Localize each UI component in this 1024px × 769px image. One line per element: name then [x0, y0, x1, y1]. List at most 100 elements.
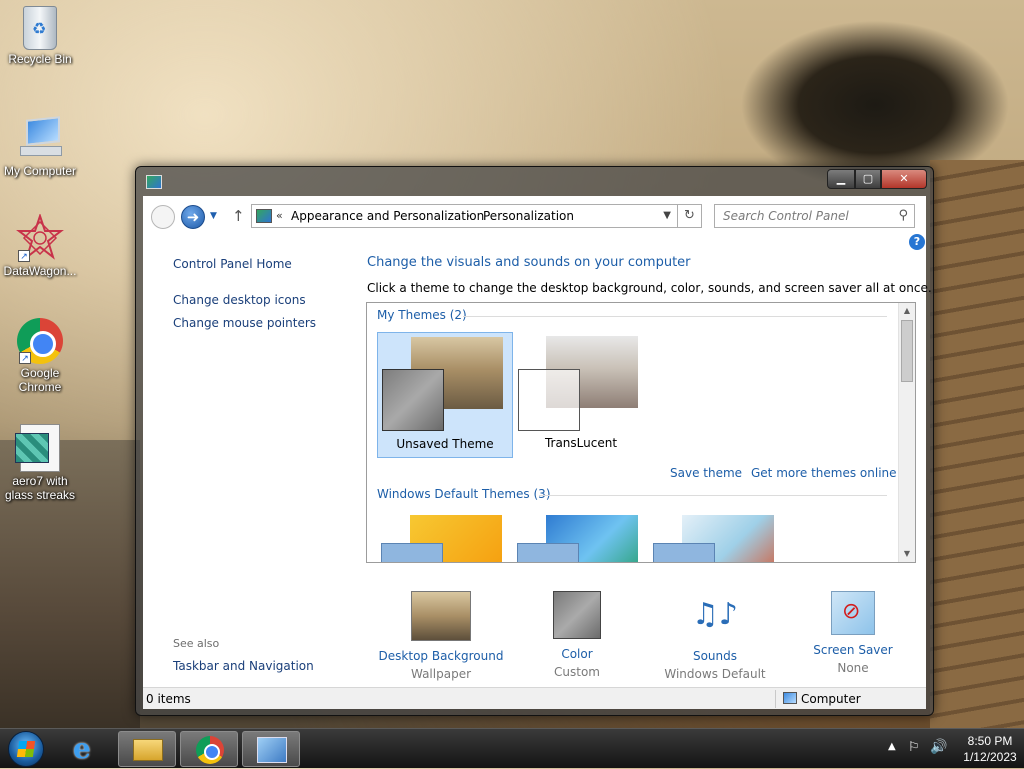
screen-saver-setting[interactable]: ⊘ Screen Saver None	[783, 591, 923, 677]
show-hidden-icons-icon[interactable]: ▲	[888, 741, 896, 752]
desktop-background-setting[interactable]: Desktop Background Wallpaper	[371, 591, 511, 683]
breadcrumb-separator[interactable]: ›	[466, 209, 470, 222]
scroll-thumb[interactable]	[901, 320, 913, 382]
help-icon[interactable]: ?	[909, 234, 925, 250]
see-also-label: See also	[173, 637, 220, 650]
status-location: Computer	[801, 692, 861, 706]
taskbar-internet-explorer[interactable]: e	[57, 731, 115, 767]
breadcrumb-personalization[interactable]: Personalization	[483, 209, 574, 223]
shortcut-arrow-icon: ↗	[19, 352, 31, 364]
desktop-icon-recycle-bin[interactable]: Recycle Bin	[0, 6, 80, 66]
clock-time[interactable]: 8:50 PM	[960, 734, 1020, 748]
chrome-icon	[196, 736, 224, 764]
taskbar-control-panel[interactable]	[242, 731, 300, 767]
link-change-mouse-pointers[interactable]: Change mouse pointers	[173, 316, 316, 330]
setting-name[interactable]: Sounds	[645, 647, 785, 665]
taskbar-google-chrome[interactable]	[180, 731, 238, 767]
save-theme-link[interactable]: Save theme	[670, 466, 742, 480]
desktop-icon-label: Google Chrome	[18, 366, 62, 394]
taskbar-file-explorer[interactable]	[118, 731, 176, 767]
taskbar: e ▲ ⚐ 🔊 8:50 PM 1/12/2023	[0, 728, 1024, 768]
theme-color-swatch	[382, 369, 444, 431]
refresh-button[interactable]: ↻	[678, 204, 702, 228]
status-divider	[775, 690, 776, 708]
link-taskbar-and-navigation[interactable]: Taskbar and Navigation	[173, 659, 314, 673]
desktop-icon-aero7[interactable]: aero7 with glass streaks	[0, 424, 80, 502]
window-controls: ▁ ▢ ✕	[827, 169, 927, 189]
control-panel-icon	[256, 209, 272, 223]
theme-color-swatch	[653, 543, 715, 562]
navigation-bar: ➜ ▼ ↑ « Appearance and Personalization ›…	[143, 196, 926, 236]
desktop-icon-my-computer[interactable]: My Computer	[0, 114, 80, 178]
internet-explorer-icon: e	[73, 732, 91, 765]
theme-default-2[interactable]	[513, 511, 649, 562]
group-title-default-themes[interactable]: Windows Default Themes (3)	[377, 487, 551, 501]
setting-name[interactable]: Color	[507, 645, 647, 663]
theme-default-3[interactable]	[649, 511, 785, 562]
search-placeholder: Search Control Panel	[723, 209, 849, 223]
back-button[interactable]	[151, 205, 175, 229]
themes-scrollbar[interactable]: ▲ ▼	[898, 303, 915, 562]
setting-value: None	[837, 661, 869, 675]
setting-value: Windows Default	[664, 667, 766, 681]
search-input[interactable]: Search Control Panel ⚲	[714, 204, 915, 228]
scroll-up-icon[interactable]: ▲	[899, 303, 915, 319]
computer-icon	[783, 692, 797, 704]
status-bar: 0 items Computer	[143, 687, 926, 709]
star-logo-icon: ↗	[16, 212, 64, 262]
desktop-icon-google-chrome[interactable]: ↗ Google Chrome	[0, 318, 80, 394]
color-setting[interactable]: Color Custom	[507, 591, 647, 681]
link-change-desktop-icons[interactable]: Change desktop icons	[173, 293, 306, 307]
wallpaper-thumbnail-icon	[411, 591, 471, 641]
theme-default-1[interactable]	[377, 511, 513, 562]
address-bar[interactable]: « Appearance and Personalization › Perso…	[251, 204, 678, 228]
scroll-down-icon[interactable]: ▼	[899, 546, 915, 562]
theme-name: Unsaved Theme	[396, 437, 494, 451]
start-button[interactable]	[8, 731, 44, 767]
refresh-icon: ↻	[684, 208, 695, 223]
network-icon[interactable]: ⚐	[908, 740, 920, 755]
theme-translucent[interactable]: TransLucent	[513, 332, 649, 458]
desktop-icon-label: DataWagon...	[3, 264, 77, 278]
breadcrumb-appearance[interactable]: Appearance and Personalization	[291, 209, 484, 223]
item-count: 0 items	[146, 692, 191, 706]
shortcut-arrow-icon: ↗	[18, 250, 30, 262]
arrow-right-icon: ➜	[186, 208, 200, 226]
group-divider	[539, 495, 887, 496]
clock-date[interactable]: 1/12/2023	[960, 750, 1020, 764]
sounds-setting[interactable]: ♫♪ Sounds Windows Default	[645, 591, 785, 683]
theme-name: TransLucent	[544, 436, 618, 450]
control-panel-icon	[146, 175, 162, 189]
minimize-button[interactable]: ▁	[827, 169, 855, 189]
title-bar[interactable]: ▁ ▢ ✕	[136, 167, 933, 195]
color-swatch-icon	[553, 591, 601, 639]
desktop-icon-label: My Computer	[3, 164, 77, 178]
maximize-button[interactable]: ▢	[855, 169, 881, 189]
wallpaper-deck	[930, 160, 1024, 730]
page-title: Change the visuals and sounds on your co…	[367, 255, 691, 270]
chrome-icon: ↗	[17, 318, 63, 364]
page-description: Click a theme to change the desktop back…	[367, 281, 932, 295]
search-icon[interactable]: ⚲	[898, 208, 908, 223]
themes-list[interactable]: My Themes (2) Unsaved Theme TransLucent …	[366, 302, 916, 563]
setting-name[interactable]: Screen Saver	[783, 641, 923, 659]
theme-unsaved[interactable]: Unsaved Theme	[377, 332, 513, 458]
chevron-down-icon[interactable]: ▼	[663, 210, 671, 221]
forward-button[interactable]: ➜	[181, 205, 205, 229]
breadcrumb-overflow[interactable]: «	[276, 209, 283, 222]
link-control-panel-home[interactable]: Control Panel Home	[173, 257, 292, 271]
music-notes-icon: ♫♪	[691, 597, 739, 632]
desktop-icon-label: Recycle Bin	[8, 52, 72, 66]
theme-color-swatch	[381, 543, 443, 562]
recycle-bin-icon	[23, 6, 57, 50]
close-button[interactable]: ✕	[881, 169, 927, 189]
group-title-my-themes[interactable]: My Themes (2)	[377, 308, 467, 322]
volume-icon[interactable]: 🔊	[930, 739, 947, 755]
setting-name[interactable]: Desktop Background	[371, 647, 511, 665]
desktop-icon-datawagon[interactable]: ↗ DataWagon...	[0, 212, 80, 278]
get-more-themes-link[interactable]: Get more themes online	[751, 466, 897, 480]
up-arrow-icon[interactable]: ↑	[232, 207, 245, 225]
no-entry-icon: ⊘	[842, 599, 861, 624]
theme-color-swatch	[517, 543, 579, 562]
recent-pages-dropdown-icon[interactable]: ▼	[210, 211, 217, 221]
